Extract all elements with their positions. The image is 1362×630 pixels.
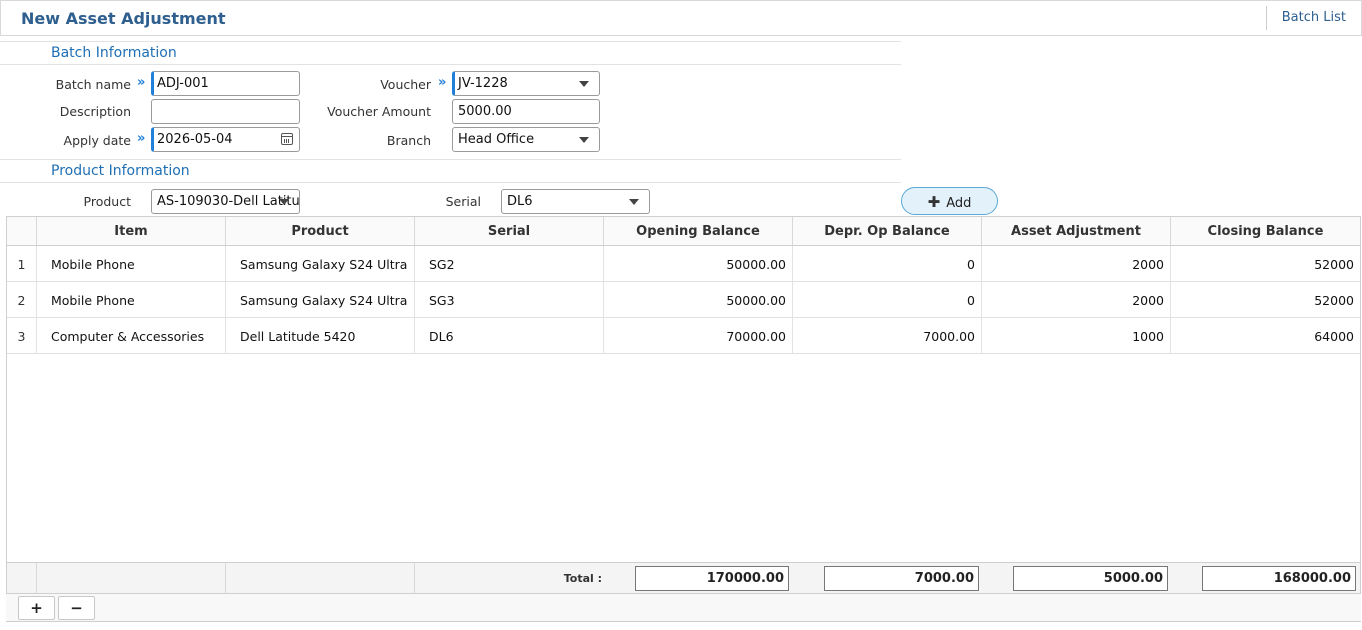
- table-row[interactable]: 1 Mobile Phone Samsung Galaxy S24 Ultra …: [7, 246, 1360, 282]
- total-asset-adjustment: 5000.00: [1013, 566, 1168, 591]
- add-row-button[interactable]: +: [18, 596, 55, 620]
- batch-name-input[interactable]: ADJ-001: [151, 71, 300, 96]
- branch-select[interactable]: Head Office: [452, 127, 600, 152]
- remove-row-button[interactable]: −: [58, 596, 95, 620]
- row-number: 2: [7, 282, 37, 317]
- table-row[interactable]: 2 Mobile Phone Samsung Galaxy S24 Ultra …: [7, 282, 1360, 318]
- grid-toolbar: + −: [6, 594, 1361, 622]
- total-depr-op-balance: 7000.00: [824, 566, 979, 591]
- column-header-opening-balance[interactable]: Opening Balance: [604, 217, 793, 245]
- caret-down-icon: [579, 137, 589, 143]
- serial-label: Serial: [445, 194, 481, 209]
- total-closing-balance: 168000.00: [1202, 566, 1356, 591]
- cell-serial[interactable]: DL6: [415, 318, 604, 353]
- add-product-button[interactable]: ✚ Add: [901, 187, 998, 215]
- voucher-label: Voucher: [380, 77, 431, 92]
- cell-depr-op-balance[interactable]: 0: [793, 246, 982, 281]
- section-divider: [0, 64, 901, 65]
- column-header-closing-balance[interactable]: Closing Balance: [1171, 217, 1360, 245]
- cell-item[interactable]: Mobile Phone: [37, 246, 226, 281]
- grid-header: Item Product Serial Opening Balance Depr…: [7, 217, 1360, 246]
- cell-item[interactable]: Mobile Phone: [37, 282, 226, 317]
- branch-value: Head Office: [458, 132, 535, 147]
- page-title: New Asset Adjustment: [21, 9, 226, 28]
- batch-list-link[interactable]: Batch List: [1265, 6, 1361, 30]
- required-icon: »: [438, 75, 447, 90]
- apply-date-value: 2026-05-04: [157, 132, 233, 147]
- cell-opening-balance[interactable]: 50000.00: [604, 282, 793, 317]
- cell-asset-adjustment[interactable]: 2000: [982, 282, 1171, 317]
- caret-down-icon: [579, 81, 589, 87]
- cell-serial[interactable]: SG2: [415, 246, 604, 281]
- cell-item[interactable]: Computer & Accessories: [37, 318, 226, 353]
- footer-cell: [226, 563, 415, 593]
- grid-footer: Total : 170000.00 7000.00 5000.00 168000…: [7, 562, 1360, 593]
- voucher-value: JV-1228: [458, 76, 508, 91]
- required-icon: »: [137, 131, 146, 146]
- cell-product[interactable]: Samsung Galaxy S24 Ultra: [226, 246, 415, 281]
- page-header: New Asset Adjustment Batch List: [0, 0, 1362, 36]
- cell-asset-adjustment[interactable]: 1000: [982, 318, 1171, 353]
- column-header-product[interactable]: Product: [226, 217, 415, 245]
- add-button-label: Add: [946, 196, 972, 211]
- total-opening-balance: 170000.00: [635, 566, 789, 591]
- product-information-title: Product Information: [51, 163, 190, 179]
- serial-value: DL6: [507, 194, 533, 209]
- serial-select[interactable]: DL6: [501, 189, 650, 214]
- cell-closing-balance[interactable]: 64000: [1171, 318, 1360, 353]
- product-label: Product: [83, 194, 131, 209]
- cell-product[interactable]: Samsung Galaxy S24 Ultra: [226, 282, 415, 317]
- cell-closing-balance[interactable]: 52000: [1171, 282, 1360, 317]
- cell-serial[interactable]: SG3: [415, 282, 604, 317]
- voucher-select[interactable]: JV-1228: [452, 71, 600, 96]
- branch-label: Branch: [386, 133, 431, 148]
- product-select[interactable]: AS-109030-Dell Latitu: [151, 189, 300, 214]
- row-number: 3: [7, 318, 37, 353]
- description-input[interactable]: [151, 99, 300, 124]
- voucher-amount-input[interactable]: 5000.00: [452, 99, 600, 124]
- adjustment-grid: Item Product Serial Opening Balance Depr…: [6, 216, 1361, 594]
- column-header-rownum: [7, 217, 37, 245]
- footer-cell: [37, 563, 226, 593]
- caret-down-icon: [279, 199, 289, 205]
- row-number: 1: [7, 246, 37, 281]
- cell-closing-balance[interactable]: 52000: [1171, 246, 1360, 281]
- calendar-icon[interactable]: [281, 133, 293, 145]
- section-divider: [0, 159, 901, 160]
- cell-asset-adjustment[interactable]: 2000: [982, 246, 1171, 281]
- table-row[interactable]: 3 Computer & Accessories Dell Latitude 5…: [7, 318, 1360, 354]
- column-header-depr-op-balance[interactable]: Depr. Op Balance: [793, 217, 982, 245]
- section-divider: [0, 41, 901, 42]
- voucher-amount-label: Voucher Amount: [327, 104, 431, 119]
- required-icon: »: [137, 75, 146, 90]
- plus-icon: ✚: [927, 193, 941, 211]
- apply-date-label: Apply date: [63, 133, 131, 148]
- cell-opening-balance[interactable]: 50000.00: [604, 246, 793, 281]
- batch-information-title: Batch Information: [51, 45, 177, 61]
- batch-name-label: Batch name: [55, 77, 131, 92]
- cell-product[interactable]: Dell Latitude 5420: [226, 318, 415, 353]
- column-header-serial[interactable]: Serial: [415, 217, 604, 245]
- cell-depr-op-balance[interactable]: 7000.00: [793, 318, 982, 353]
- description-label: Description: [59, 104, 131, 119]
- section-divider: [0, 182, 901, 183]
- column-header-asset-adjustment[interactable]: Asset Adjustment: [982, 217, 1171, 245]
- cell-opening-balance[interactable]: 70000.00: [604, 318, 793, 353]
- footer-cell: [7, 563, 37, 593]
- apply-date-input[interactable]: 2026-05-04: [151, 127, 300, 152]
- column-header-item[interactable]: Item: [37, 217, 226, 245]
- caret-down-icon: [629, 199, 639, 205]
- cell-depr-op-balance[interactable]: 0: [793, 282, 982, 317]
- total-label: Total :: [563, 572, 602, 585]
